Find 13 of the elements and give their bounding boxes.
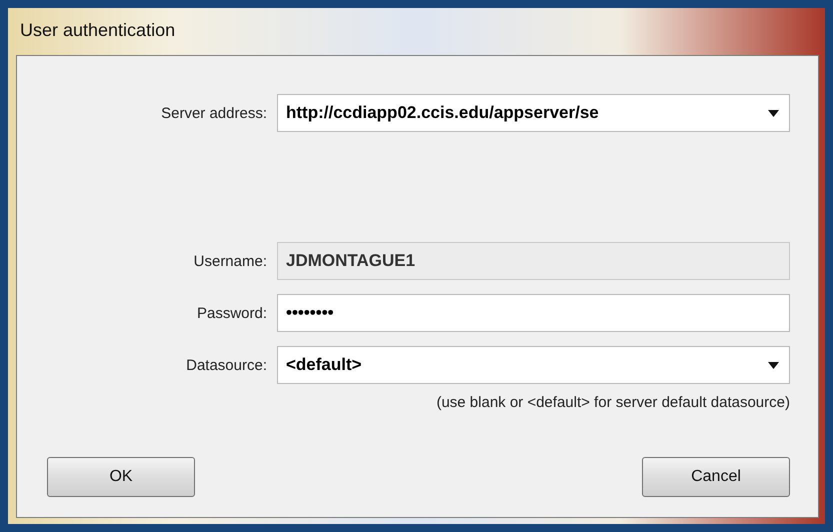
cancel-button[interactable]: Cancel bbox=[642, 457, 790, 497]
field-label: Server address: bbox=[160, 104, 267, 122]
dropdown-field[interactable]: http://ccdiapp02.ccis.edu/appserver/se bbox=[277, 94, 790, 132]
window-title: User authentication bbox=[19, 19, 176, 42]
hint-text: (use blank or <default> for server default datasource) bbox=[436, 394, 790, 411]
field-label: Password: bbox=[196, 304, 267, 322]
field-label: Username: bbox=[192, 252, 267, 270]
dropdown-caret-icon bbox=[768, 362, 779, 368]
input-field[interactable]: •••••••• bbox=[277, 294, 790, 332]
dropdown-caret-icon bbox=[768, 110, 779, 116]
dropdown-field[interactable]: <default> bbox=[277, 346, 790, 384]
field-label: Datasource: bbox=[185, 356, 267, 374]
ok-button[interactable]: OK bbox=[47, 457, 195, 497]
